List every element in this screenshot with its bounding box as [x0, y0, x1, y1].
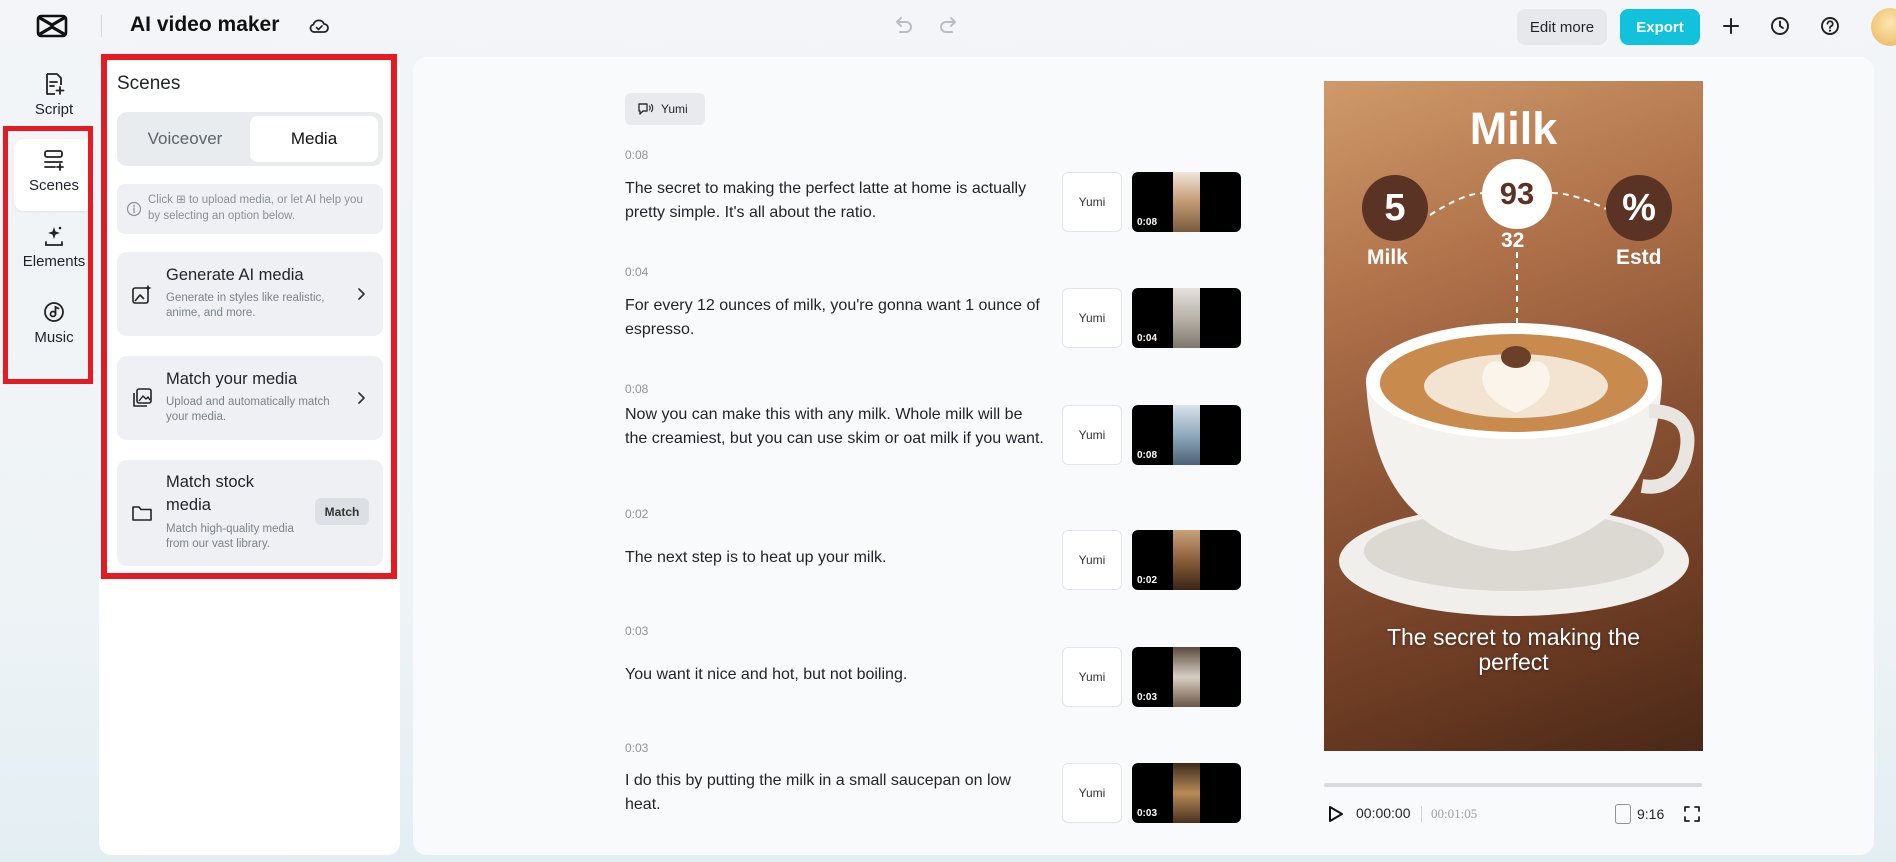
top-bar: AI video maker Edit more Export — [0, 0, 1896, 54]
scene-time: 0:03 — [625, 741, 649, 755]
stat-bubble: 5 — [1362, 175, 1428, 241]
preview-title: Milk — [1469, 103, 1558, 154]
voice-selector[interactable]: Yumi — [625, 93, 705, 125]
preview-caption: The secret to making the perfect — [1324, 625, 1703, 675]
clip-duration: 0:02 — [1137, 575, 1158, 586]
rail-label: Script — [34, 101, 74, 118]
clip-thumbnail — [1173, 647, 1200, 707]
scene-clip[interactable]: 0:03 — [1132, 763, 1241, 823]
scene-voice[interactable]: Yumi — [1062, 647, 1122, 707]
video-preview[interactable]: Milk 5 93 % Milk 32 Estd The secret to m… — [1324, 81, 1703, 751]
play-icon[interactable] — [1325, 803, 1345, 825]
caption-line: perfect — [1478, 649, 1549, 675]
app-title: AI video maker — [130, 13, 280, 36]
clip-duration: 0:08 — [1137, 450, 1158, 461]
scene-clip[interactable]: 0:08 — [1132, 172, 1241, 232]
scene-clip[interactable]: 0:02 — [1132, 530, 1241, 590]
time-divider — [1421, 806, 1422, 822]
playback-progress-bar[interactable] — [1324, 783, 1702, 787]
scene-time: 0:08 — [625, 148, 649, 162]
current-time: 00:00:00 — [1356, 805, 1411, 821]
cloud-sync-icon[interactable] — [307, 14, 331, 38]
scene-text[interactable]: I do this by putting the milk in a small… — [625, 769, 1045, 817]
scene-time: 0:08 — [625, 382, 649, 396]
plus-icon[interactable] — [1718, 13, 1744, 39]
undo-icon[interactable] — [890, 13, 916, 39]
scene-voice[interactable]: Yumi — [1062, 172, 1122, 232]
capcut-logo-icon[interactable] — [36, 12, 68, 40]
stat-label: 32 — [1501, 229, 1525, 252]
scene-text[interactable]: For every 12 ounces of milk, you're gonn… — [625, 294, 1045, 342]
clip-duration: 0:03 — [1137, 808, 1158, 819]
clip-duration: 0:04 — [1137, 333, 1158, 344]
edit-more-button[interactable]: Edit more — [1517, 9, 1607, 45]
clip-thumbnail — [1173, 172, 1200, 232]
script-icon — [46, 73, 65, 95]
export-button[interactable]: Export — [1620, 9, 1700, 45]
scene-text[interactable]: Now you can make this with any milk. Who… — [625, 403, 1045, 451]
scene-clip[interactable]: 0:08 — [1132, 405, 1241, 465]
scene-voice[interactable]: Yumi — [1062, 763, 1122, 823]
scene-clip[interactable]: 0:03 — [1132, 647, 1241, 707]
clip-thumbnail — [1173, 763, 1200, 823]
avatar[interactable] — [1871, 8, 1896, 46]
aspect-ratio[interactable]: 9:16 — [1637, 806, 1664, 822]
scene-time: 0:04 — [625, 265, 649, 279]
stat-label: Milk — [1367, 246, 1408, 269]
clip-duration: 0:03 — [1137, 692, 1158, 703]
scene-text[interactable]: The secret to making the perfect latte a… — [625, 177, 1045, 225]
scene-voice[interactable]: Yumi — [1062, 405, 1122, 465]
caption-line: The secret to making the — [1386, 624, 1641, 650]
clip-thumbnail — [1173, 288, 1200, 348]
scene-text[interactable]: You want it nice and hot, but not boilin… — [625, 663, 1045, 687]
stat-bubble: % — [1606, 175, 1672, 241]
clip-thumbnail — [1173, 530, 1200, 590]
rail-item-script[interactable]: Script — [14, 63, 94, 135]
clip-thumbnail — [1173, 405, 1200, 465]
fullscreen-icon[interactable] — [1682, 804, 1702, 824]
scene-time: 0:03 — [625, 624, 649, 638]
stat-bubble: 93 — [1482, 159, 1552, 229]
total-time: 00:01:05 — [1431, 806, 1478, 821]
stat-label: Estd — [1616, 246, 1662, 269]
aspect-ratio-icon[interactable] — [1615, 804, 1631, 824]
clip-duration: 0:08 — [1137, 217, 1158, 228]
help-icon[interactable] — [1817, 13, 1843, 39]
history-icon[interactable] — [1767, 13, 1793, 39]
redo-icon[interactable] — [936, 13, 962, 39]
scene-text[interactable]: The next step is to heat up your milk. — [625, 546, 1045, 570]
highlight-box — [3, 126, 93, 384]
toolbar-divider — [101, 15, 102, 37]
highlight-box — [101, 54, 397, 579]
voice-icon — [638, 103, 654, 115]
scene-voice[interactable]: Yumi — [1062, 530, 1122, 590]
scene-voice[interactable]: Yumi — [1062, 288, 1122, 348]
scene-time: 0:02 — [625, 507, 649, 521]
voice-name: Yumi — [661, 102, 688, 116]
scene-clip[interactable]: 0:04 — [1132, 288, 1241, 348]
